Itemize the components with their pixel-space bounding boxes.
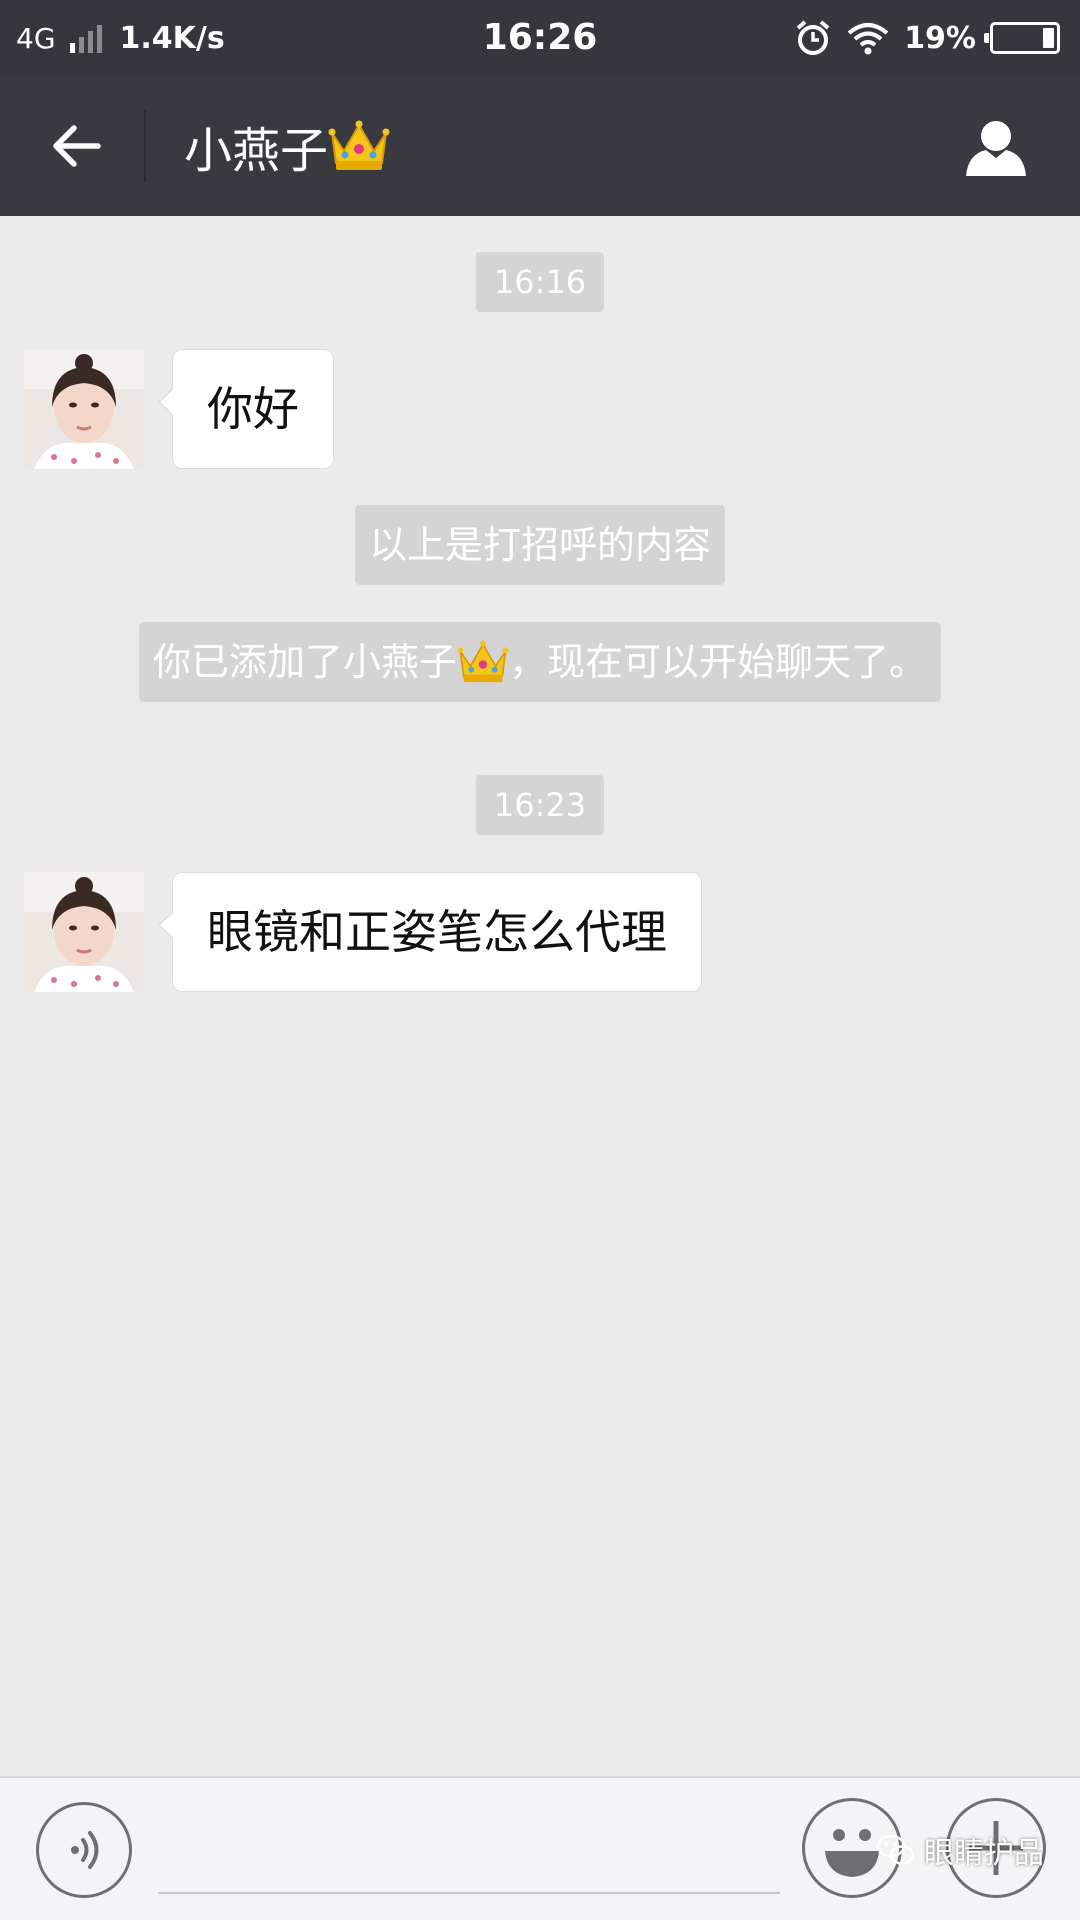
battery-icon bbox=[984, 22, 1060, 54]
header-divider bbox=[144, 110, 146, 182]
crown-icon bbox=[457, 640, 509, 683]
chat-area[interactable]: 16:16 你好 以上是打招呼的内容 你已添加了小燕子 ，现在可以开始聊天了。 … bbox=[0, 216, 1080, 1776]
message-bubble[interactable]: 眼镜和正姿笔怎么代理 bbox=[158, 872, 702, 992]
wechat-icon bbox=[876, 1834, 915, 1865]
profile-button[interactable] bbox=[960, 112, 1032, 184]
chat-title: 小燕子 bbox=[184, 76, 390, 216]
voice-button[interactable] bbox=[36, 1802, 132, 1898]
voice-icon bbox=[71, 1831, 99, 1869]
status-right: 19% bbox=[794, 0, 1060, 76]
battery-percent: 19% bbox=[904, 20, 976, 56]
system-message: 以上是打招呼的内容 bbox=[354, 505, 726, 585]
watermark-text: 眼睛护品 bbox=[924, 1836, 1044, 1871]
input-bar: 眼睛护品 bbox=[0, 1776, 1080, 1920]
status-bar: 4G 1.4K/s 16:26 19% bbox=[0, 0, 1080, 76]
contact-name: 小燕子 bbox=[184, 123, 329, 179]
avatar-photo bbox=[24, 349, 144, 469]
timestamp: 16:16 bbox=[475, 252, 605, 312]
avatar-photo bbox=[24, 872, 144, 992]
timestamp: 16:23 bbox=[475, 775, 605, 835]
back-button[interactable] bbox=[36, 106, 116, 186]
crown-icon bbox=[328, 120, 390, 170]
system-message: 你已添加了小燕子 ，现在可以开始聊天了。 bbox=[138, 622, 942, 702]
wifi-icon bbox=[847, 23, 889, 55]
back-arrow-icon bbox=[53, 125, 101, 167]
alarm-icon bbox=[796, 20, 830, 55]
avatar[interactable] bbox=[24, 349, 144, 469]
system-message-text: ，现在可以开始聊天了。 bbox=[509, 640, 928, 684]
message-input[interactable] bbox=[158, 1818, 780, 1894]
watermark: 眼睛护品 bbox=[876, 1828, 1044, 1872]
system-message-text: 你已添加了小燕子 bbox=[152, 640, 457, 684]
avatar[interactable] bbox=[24, 872, 144, 992]
message-bubble[interactable]: 你好 bbox=[158, 349, 334, 469]
chat-header: 小燕子 bbox=[0, 76, 1080, 216]
profile-icon bbox=[966, 121, 1026, 176]
